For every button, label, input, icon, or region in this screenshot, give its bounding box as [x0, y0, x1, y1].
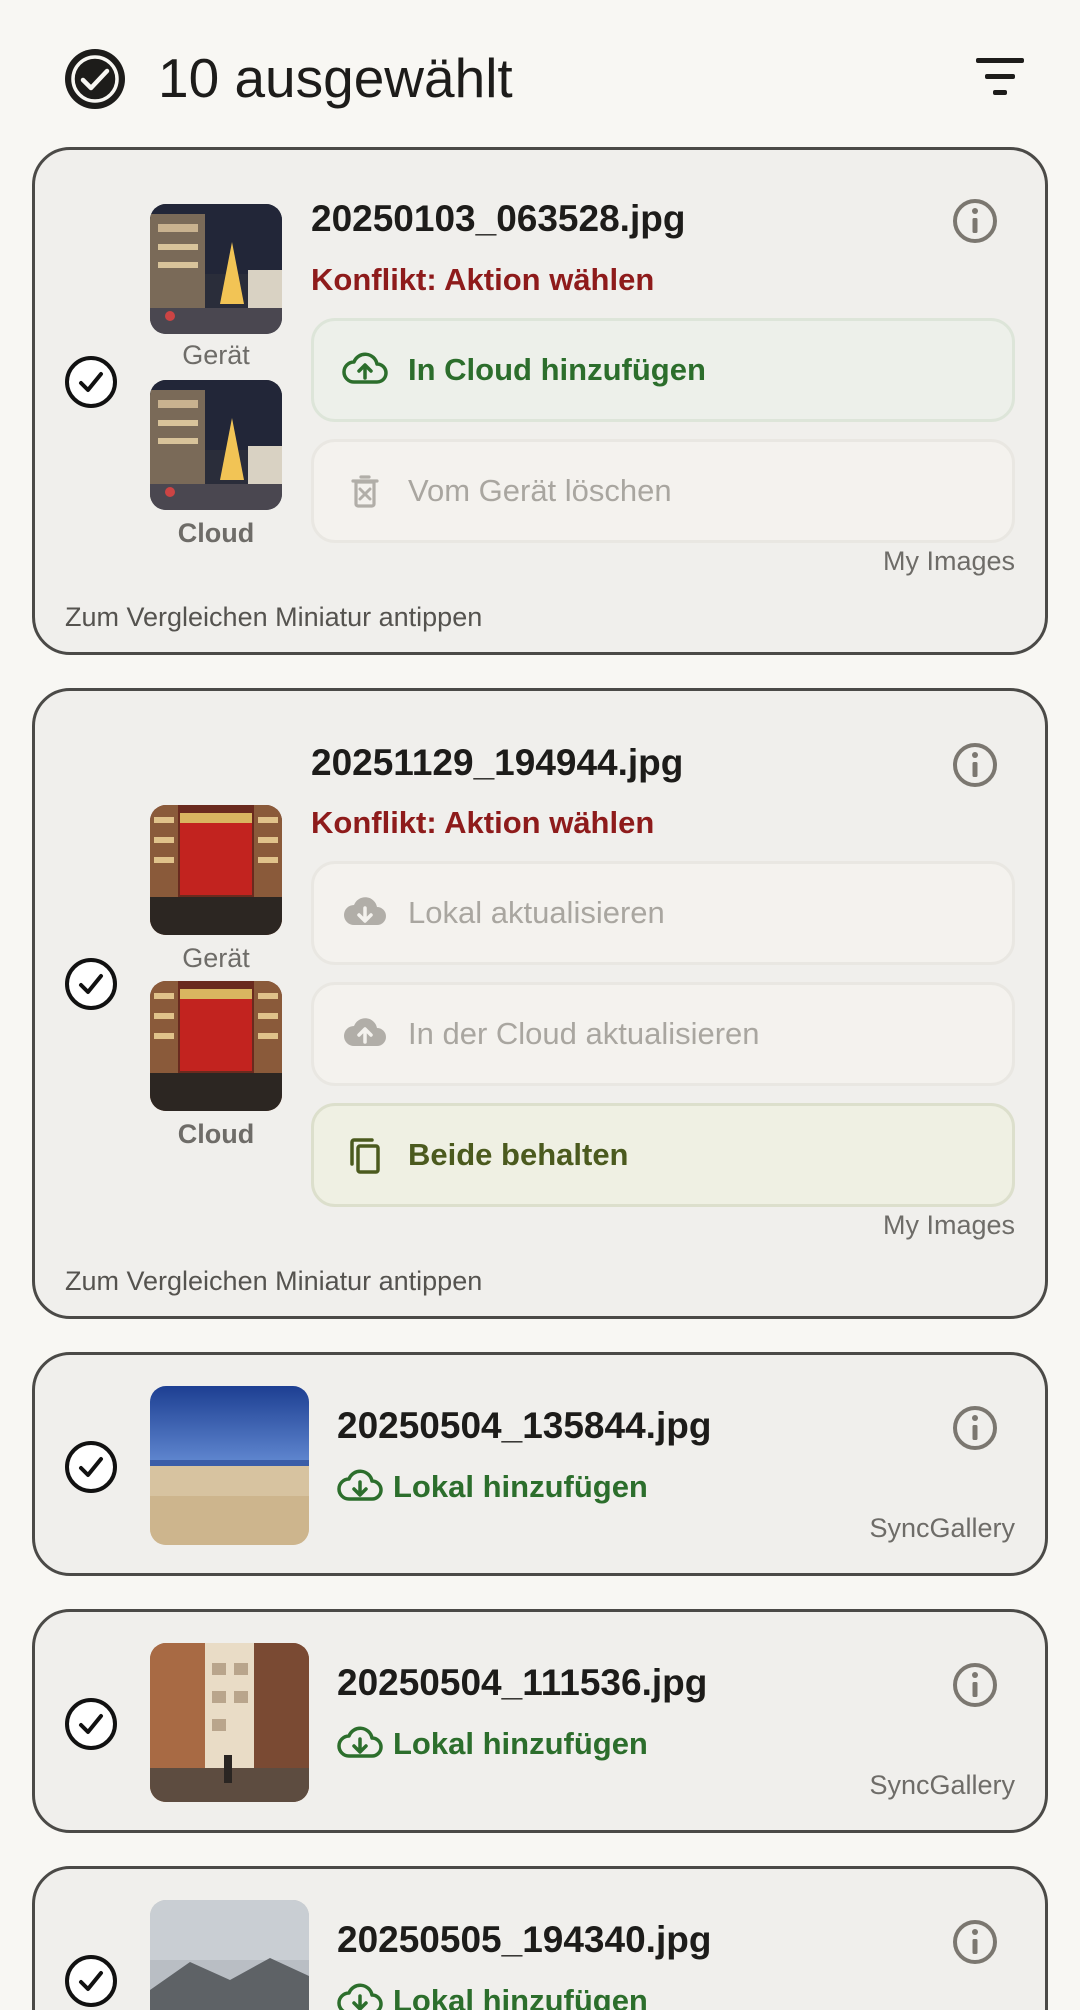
info-icon[interactable]	[950, 1403, 1000, 1453]
file-name: 20250103_063528.jpg	[311, 198, 686, 239]
info-icon[interactable]	[950, 740, 1000, 790]
file-name: 20250504_111536.jpg	[337, 1662, 708, 1703]
update-in-cloud-button[interactable]: In der Cloud aktualisieren	[311, 982, 1015, 1086]
sync-status-label: Lokal hinzufügen	[393, 1469, 648, 1504]
sync-card[interactable]: 20250504_111536.jpg Lokal hinzufügen Syn…	[32, 1609, 1048, 1833]
copy-icon	[350, 1138, 380, 1174]
checkbox-checked-icon[interactable]	[64, 1954, 118, 2008]
filter-icon[interactable]	[972, 52, 1032, 102]
cloud-label: Cloud	[177, 518, 255, 548]
file-name: 20250504_135844.jpg	[337, 1405, 712, 1446]
checkbox-checked-icon[interactable]	[64, 1440, 118, 1494]
update-locally-label: Lokal aktualisieren	[408, 895, 665, 930]
compare-hint: Zum Vergleichen Miniatur antippen	[65, 602, 483, 632]
info-icon[interactable]	[950, 1917, 1000, 1967]
add-to-cloud-button[interactable]: In Cloud hinzufügen	[311, 318, 1015, 422]
cloud-download-icon	[337, 1983, 383, 2010]
compare-hint: Zum Vergleichen Miniatur antippen	[65, 1266, 483, 1296]
sync-card-conflict[interactable]: Gerät Cloud 20251129_194944.jpg Konflikt…	[32, 688, 1048, 1319]
folder-name: SyncGallery	[869, 1513, 1015, 1543]
device-thumbnail[interactable]	[150, 805, 282, 935]
update-in-cloud-label: In der Cloud aktualisieren	[408, 1016, 760, 1051]
top-app-bar: 10 ausgewählt	[0, 0, 1080, 150]
cloud-download-icon	[337, 1726, 383, 1758]
folder-name: My Images	[882, 546, 1015, 576]
sync-status-label: Lokal hinzufügen	[393, 1726, 648, 1761]
checkbox-checked-icon[interactable]	[64, 957, 118, 1011]
delete-icon	[351, 475, 379, 508]
conflict-message: Konflikt: Aktion wählen	[311, 805, 655, 840]
file-name: 20251129_194944.jpg	[311, 742, 684, 783]
device-thumbnail[interactable]	[150, 204, 282, 334]
photo-thumbnail[interactable]	[150, 1643, 309, 1802]
folder-name: My Images	[882, 1210, 1015, 1240]
conflict-message: Konflikt: Aktion wählen	[311, 262, 655, 297]
sync-status: Lokal hinzufügen	[337, 1978, 648, 2010]
photo-thumbnail[interactable]	[150, 1386, 309, 1545]
checkbox-checked-icon[interactable]	[64, 1697, 118, 1751]
sync-status-label: Lokal hinzufügen	[393, 1983, 648, 2010]
cloud-upload-icon	[342, 352, 388, 384]
sync-card[interactable]: 20250504_135844.jpg Lokal hinzufügen Syn…	[32, 1352, 1048, 1576]
cloud-download-icon	[337, 1469, 383, 1501]
photo-thumbnail[interactable]	[150, 1900, 309, 2010]
keep-both-button[interactable]: Beide behalten	[311, 1103, 1015, 1207]
sync-card[interactable]: 20250505_194340.jpg Lokal hinzufügen	[32, 1866, 1048, 2010]
sync-status: Lokal hinzufügen	[337, 1721, 648, 1767]
cloud-label: Cloud	[177, 1119, 255, 1149]
info-icon[interactable]	[950, 196, 1000, 246]
check-circle-icon[interactable]	[62, 46, 128, 112]
selection-count-title: 10 ausgewählt	[158, 47, 513, 109]
update-locally-button[interactable]: Lokal aktualisieren	[311, 861, 1015, 965]
delete-from-device-button[interactable]: Vom Gerät löschen	[311, 439, 1015, 543]
device-label: Gerät	[182, 943, 250, 973]
cloud-thumbnail[interactable]	[150, 380, 282, 510]
add-to-cloud-label: In Cloud hinzufügen	[408, 352, 706, 387]
device-label: Gerät	[182, 340, 250, 370]
cloud-download-icon	[344, 897, 386, 925]
folder-name: SyncGallery	[869, 1770, 1015, 1800]
cloud-thumbnail[interactable]	[150, 981, 282, 1111]
sync-status: Lokal hinzufügen	[337, 1464, 648, 1510]
keep-both-label: Beide behalten	[408, 1137, 629, 1172]
delete-from-device-label: Vom Gerät löschen	[408, 473, 672, 508]
info-icon[interactable]	[950, 1660, 1000, 1710]
sync-card-conflict[interactable]: Gerät Cloud 20250103_063528.jpg Konflikt…	[32, 147, 1048, 655]
checkbox-checked-icon[interactable]	[64, 355, 118, 409]
file-name: 20250505_194340.jpg	[337, 1919, 712, 1960]
cloud-upload-icon	[344, 1018, 386, 1046]
